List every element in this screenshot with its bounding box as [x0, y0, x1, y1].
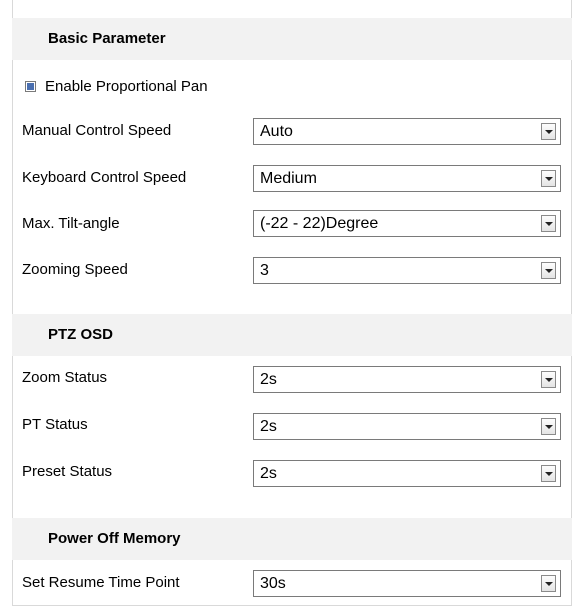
proportional-pan-label: Enable Proportional Pan — [45, 77, 208, 95]
pt-status-label: PT Status — [22, 416, 88, 433]
select-value: 30s — [260, 575, 286, 592]
chevron-down-icon[interactable] — [541, 215, 556, 232]
proportional-pan-row[interactable]: Enable Proportional Pan — [22, 76, 208, 96]
preset-status-select[interactable]: 2s — [253, 460, 561, 487]
set-resume-time-point-label: Set Resume Time Point — [22, 574, 180, 591]
zooming-speed-select[interactable]: 3 — [253, 257, 561, 284]
chevron-down-icon[interactable] — [541, 170, 556, 187]
select-value: 3 — [260, 262, 269, 279]
keyboard-control-speed-label: Keyboard Control Speed — [22, 169, 187, 186]
chevron-down-icon[interactable] — [541, 371, 556, 388]
select-value: Medium — [260, 170, 317, 187]
chevron-down-icon[interactable] — [541, 418, 556, 435]
zooming-speed-label: Zooming Speed — [22, 261, 128, 278]
manual-control-speed-select[interactable]: Auto — [253, 118, 561, 145]
zoom-status-select[interactable]: 2s — [253, 366, 561, 393]
max-tilt-angle-select[interactable]: (-22 - 22)Degree — [253, 210, 561, 237]
select-value: 2s — [260, 465, 277, 482]
select-value: Auto — [260, 123, 293, 140]
ptz-osd-header: PTZ OSD — [12, 314, 572, 356]
select-value: 2s — [260, 371, 277, 388]
set-resume-time-point-select[interactable]: 30s — [253, 570, 561, 597]
chevron-down-icon[interactable] — [541, 262, 556, 279]
power-off-memory-header: Power Off Memory — [12, 518, 572, 560]
zoom-status-label: Zoom Status — [22, 369, 108, 386]
chevron-down-icon[interactable] — [541, 575, 556, 592]
manual-control-speed-label: Manual Control Speed — [22, 122, 172, 139]
keyboard-control-speed-select[interactable]: Medium — [253, 165, 561, 192]
proportional-pan-checkbox[interactable] — [25, 80, 36, 92]
basic-parameter-header: Basic Parameter — [12, 18, 572, 60]
preset-status-label: Preset Status — [22, 463, 113, 480]
select-value: 2s — [260, 418, 277, 435]
select-value: (-22 - 22)Degree — [260, 215, 379, 232]
chevron-down-icon[interactable] — [541, 465, 556, 482]
chevron-down-icon[interactable] — [541, 123, 556, 140]
pt-status-select[interactable]: 2s — [253, 413, 561, 440]
max-tilt-angle-label: Max. Tilt-angle — [22, 215, 120, 232]
